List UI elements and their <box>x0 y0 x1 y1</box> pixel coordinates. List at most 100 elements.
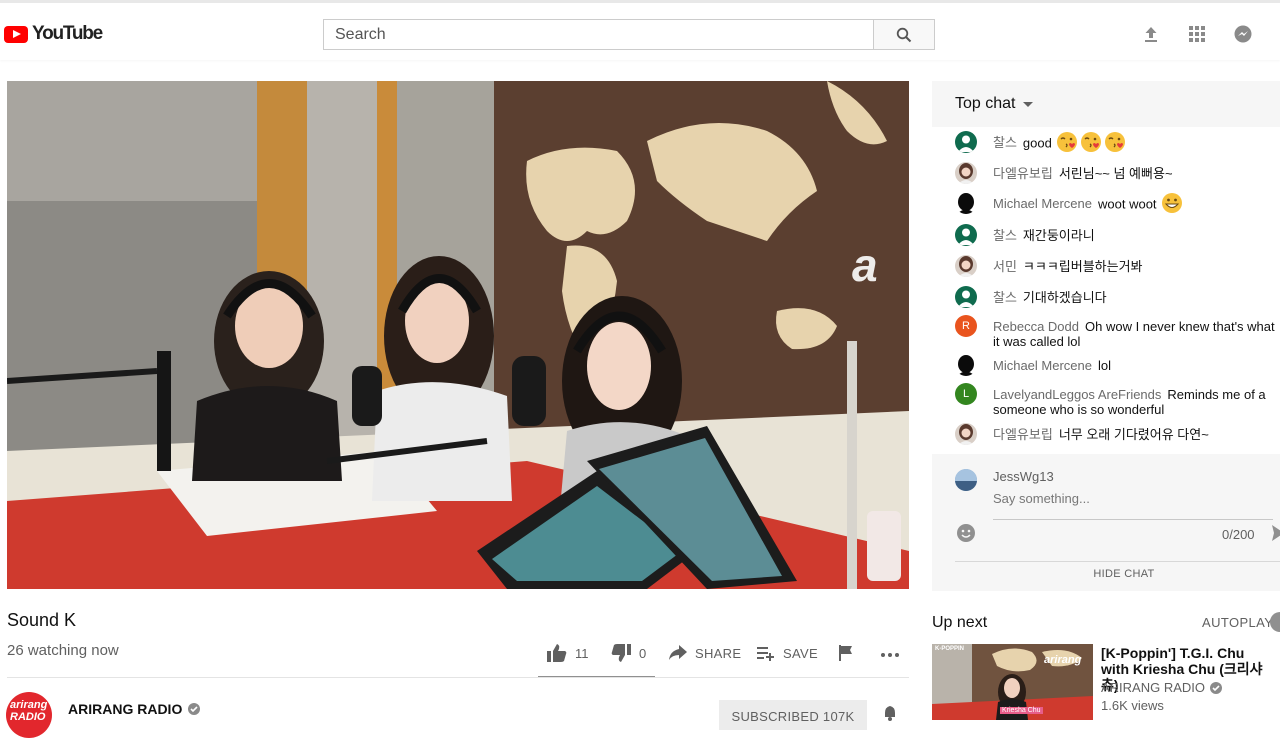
top-bar: YouTube <box>0 0 1280 60</box>
more-horiz-icon <box>881 653 899 657</box>
message-author[interactable]: 찰스 <box>993 290 1017 305</box>
up-next-channel[interactable]: ARIRANG RADIO <box>1101 680 1223 695</box>
message-author[interactable]: LavelyandLeggos AreFriends <box>993 387 1161 402</box>
thumbnail-caption: Kriesha Chu <box>1000 707 1043 714</box>
video-frame-image: a <box>7 81 909 589</box>
author-avatar[interactable] <box>955 255 977 277</box>
video-player[interactable]: a <box>7 81 909 589</box>
divider <box>7 677 909 678</box>
share-icon <box>669 645 687 660</box>
dislike-count: 0 <box>639 645 647 661</box>
logo-text: YouTube <box>32 23 103 44</box>
message-text: 기대하겠습니다 <box>1022 290 1107 305</box>
message-author[interactable]: Michael Mercene <box>993 196 1092 211</box>
user-avatar <box>955 469 977 491</box>
avatar-initial: L <box>962 387 970 400</box>
author-avatar[interactable]: R <box>955 315 977 337</box>
more-actions-button[interactable] <box>880 643 900 663</box>
channel-name[interactable]: ARIRANG RADIO <box>68 701 201 717</box>
channel-name-text: ARIRANG RADIO <box>68 701 183 717</box>
message-text: good <box>1022 135 1052 151</box>
save-label: SAVE <box>783 645 818 661</box>
hide-chat-button[interactable]: HIDE CHAT <box>932 568 1280 580</box>
message-text: 재간둥이라니 <box>1022 228 1095 243</box>
autoplay-label: AUTOPLAY <box>1202 615 1274 630</box>
message-body: LavelyandLeggos AreFriends Reminds me of … <box>993 387 1275 417</box>
kiss-emoji-icon <box>1055 132 1079 152</box>
thumbnail-brand: arirang <box>1044 654 1082 666</box>
save-button[interactable]: SAVE <box>757 643 818 663</box>
chat-mode-label: Top chat <box>955 95 1016 112</box>
message-author[interactable]: Michael Mercene <box>993 358 1092 373</box>
thumbs-down-icon <box>611 644 631 662</box>
divider <box>955 561 1280 562</box>
watching-count: 26 watching now <box>7 642 119 659</box>
channel-avatar-label: arirang RADIO <box>10 699 48 723</box>
message-body: 다엘유보립 서린님~~ 넘 예뻐용~ <box>993 166 1275 181</box>
author-avatar[interactable] <box>955 354 977 376</box>
author-avatar[interactable] <box>955 131 977 153</box>
message-author[interactable]: 서민 <box>993 259 1017 274</box>
message-body: Rebecca Dodd Oh wow I never knew that's w… <box>993 319 1275 349</box>
search-input[interactable] <box>323 19 874 50</box>
share-label: SHARE <box>695 645 742 661</box>
message-author[interactable]: 다엘유보립 <box>993 427 1053 442</box>
up-next-heading: Up next <box>932 614 988 631</box>
messages-icon[interactable] <box>1232 23 1254 45</box>
avatar-initial: R <box>962 319 970 332</box>
grin-emoji-icon <box>1160 193 1184 213</box>
char-counter: 0/200 <box>1222 527 1255 542</box>
caret-down-icon <box>1023 101 1034 107</box>
author-avatar[interactable] <box>955 192 977 214</box>
message-text: 서린님~~ 넘 예뻐용~ <box>1058 166 1173 181</box>
verified-icon <box>188 703 201 715</box>
message-body: Michael Mercene woot woot <box>993 193 1275 214</box>
live-chat-panel: Top chat 찰스 good 다엘유보립 서린님~~ 넘 예뻐용~ Michael … <box>932 81 1280 591</box>
flag-icon <box>839 645 852 661</box>
author-avatar[interactable] <box>955 423 977 445</box>
author-avatar[interactable] <box>955 286 977 308</box>
share-button[interactable]: SHARE <box>669 643 741 663</box>
author-avatar[interactable]: L <box>955 383 977 405</box>
up-next-views: 1.6K views <box>1101 698 1164 713</box>
channel-avatar[interactable]: arirang RADIO <box>6 692 52 738</box>
chat-composer: JessWg13 0/200 HIDE CHAT <box>932 454 1280 591</box>
message-body: 찰스 기대하겠습니다 <box>993 290 1275 305</box>
chat-message-input[interactable] <box>993 491 1273 520</box>
chat-mode-dropdown[interactable]: Top chat <box>932 81 1280 127</box>
message-body: 다엘유보립 너무 오래 기다렸어유 다연~ <box>993 427 1275 442</box>
kiss-emoji-icon <box>1103 132 1127 152</box>
up-next-channel-name: ARIRANG RADIO <box>1101 680 1206 695</box>
message-author[interactable]: 다엘유보립 <box>993 166 1053 181</box>
like-button[interactable]: 11 <box>547 643 589 663</box>
report-button[interactable] <box>839 643 853 663</box>
kiss-emoji-icon <box>1079 132 1103 152</box>
user-name: JessWg13 <box>993 469 1054 484</box>
message-body: 서민 ㅋㅋㅋ립버블하는거봐 <box>993 259 1275 274</box>
message-text: ㅋㅋㅋ립버블하는거봐 <box>1022 259 1143 274</box>
message-author[interactable]: 찰스 <box>993 135 1017 150</box>
message-author[interactable]: 찰스 <box>993 228 1017 243</box>
play-logo-icon <box>4 25 28 43</box>
emoji-picker-icon[interactable] <box>956 523 976 543</box>
youtube-logo[interactable]: YouTube <box>4 23 103 45</box>
author-avatar[interactable] <box>955 162 977 184</box>
bell-icon[interactable] <box>882 705 898 721</box>
upload-icon[interactable] <box>1140 23 1162 45</box>
message-body: 찰스 재간둥이라니 <box>993 228 1275 243</box>
search-icon <box>896 27 912 42</box>
subscribe-button[interactable]: SUBSCRIBED 107K <box>719 700 867 730</box>
send-icon[interactable] <box>1272 525 1280 541</box>
message-author[interactable]: Rebecca Dodd <box>993 319 1079 334</box>
like-count: 11 <box>575 645 589 661</box>
author-avatar[interactable] <box>955 224 977 246</box>
search-button[interactable] <box>873 19 935 50</box>
message-text: lol <box>1098 358 1112 373</box>
dislike-button[interactable]: 0 <box>611 643 646 663</box>
message-body: 찰스 good <box>993 132 1275 153</box>
up-next-thumbnail[interactable]: K-POPPIN arirang Kriesha Chu <box>932 644 1093 720</box>
svg-text:a: a <box>852 239 878 291</box>
message-body: Michael Mercene lol <box>993 358 1275 373</box>
apps-icon[interactable] <box>1186 23 1208 45</box>
playlist-add-icon <box>757 647 774 661</box>
